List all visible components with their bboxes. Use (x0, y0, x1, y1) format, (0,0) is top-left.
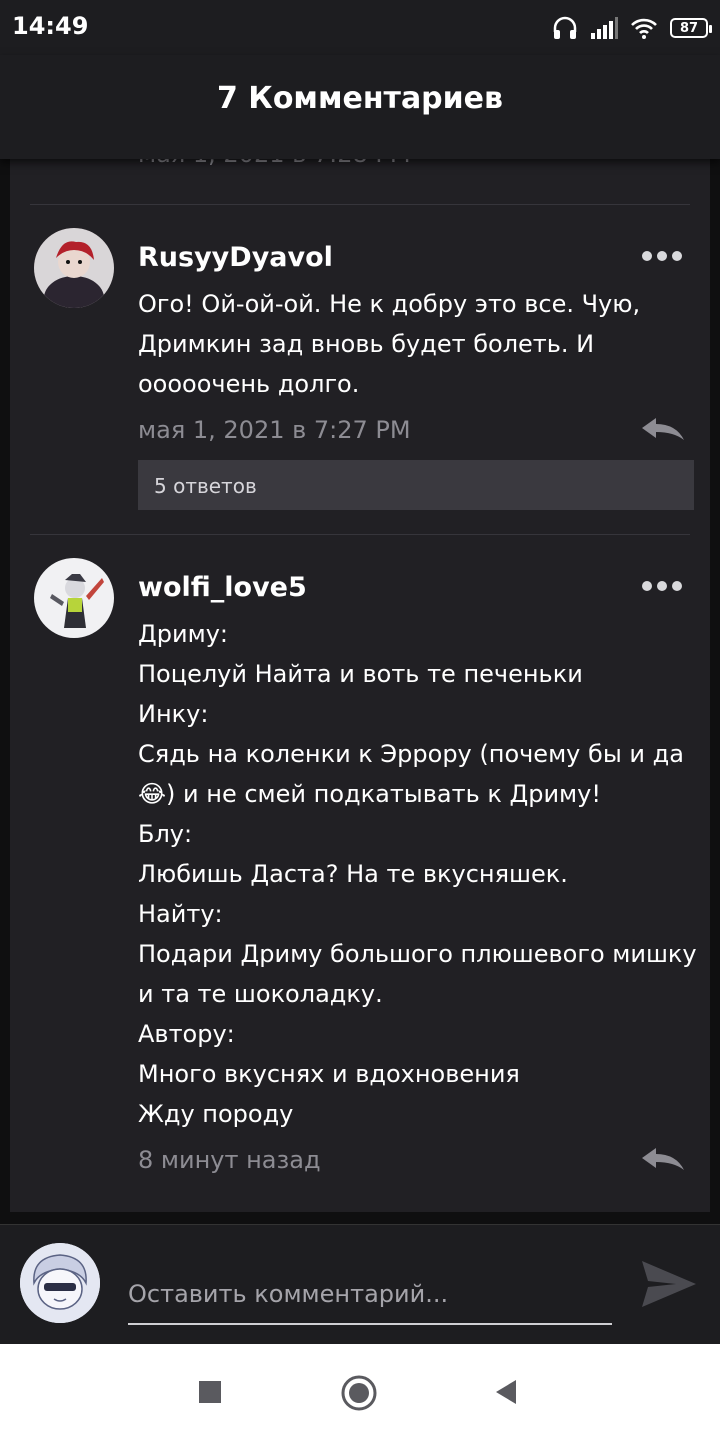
comment-date: 8 минут назад (138, 1146, 321, 1174)
status-icons: 87 (552, 14, 712, 42)
replies-button[interactable]: 5 ответов (138, 460, 694, 510)
reply-icon[interactable] (640, 416, 686, 442)
signal-icon (591, 17, 618, 39)
status-bar: 14:49 87 (0, 0, 720, 55)
comment-line: Поцелуй Найта и воть те печеньки (138, 660, 583, 688)
comment-line: Жду породу (138, 1100, 294, 1128)
comment-line: и та те шоколадку. (138, 980, 383, 1008)
comments-list[interactable]: мая 1, 2021 в 7:28 PM RusyyDyavol Ого! О… (10, 140, 710, 1212)
comment-line: Любишь Даста? На те вкусняшек. (138, 860, 568, 888)
battery-level: 87 (679, 20, 699, 36)
page-title: 7 Комментариев (216, 81, 504, 116)
comment-body: Ого! Ой-ой-ой. Не к добру это все. Чую, … (138, 284, 698, 404)
comment-line: Инку: (138, 700, 209, 728)
comment-line: Дриму: (138, 620, 228, 648)
recent-apps-button[interactable] (196, 1378, 224, 1406)
comments-header: 7 Комментариев (0, 55, 720, 159)
avatar-image (20, 1243, 100, 1323)
comment-line: ооооочень долго. (138, 370, 360, 398)
dot-icon (657, 581, 667, 591)
comment-line: Ого! Ой-ой-ой. Не к добру это все. Чую, (138, 290, 641, 318)
divider (30, 204, 690, 205)
comment-author[interactable]: RusyyDyavol (138, 242, 333, 273)
dot-icon (657, 251, 667, 261)
square-icon (199, 1381, 221, 1403)
comment-line: Сядь на коленки к Эррору (почему бы и да (138, 740, 684, 768)
back-button[interactable] (492, 1378, 520, 1406)
comment-line: 😂) и не смей подкатывать к Дриму! (138, 780, 601, 808)
user-avatar[interactable] (20, 1243, 100, 1323)
headphones-icon (553, 16, 577, 39)
comment-line: Подари Дриму большого плюшевого мишку (138, 940, 697, 968)
status-time: 14:49 (12, 12, 89, 40)
battery-icon: 87 (670, 18, 712, 38)
comment-composer (0, 1224, 720, 1345)
comment-line: Блу: (138, 820, 193, 848)
comment-line: Автору: (138, 1020, 235, 1048)
avatar-image (34, 228, 114, 308)
avatar-image (34, 558, 114, 638)
more-options-button[interactable] (642, 576, 686, 596)
reply-icon[interactable] (640, 1146, 686, 1172)
wifi-icon (631, 18, 657, 39)
comment-line: Найту: (138, 900, 223, 928)
system-navigation-bar (0, 1344, 720, 1440)
send-icon[interactable] (640, 1257, 698, 1311)
dot-icon (672, 581, 682, 591)
more-options-button[interactable] (642, 246, 686, 266)
comment-line: Много вкуснях и вдохновения (138, 1060, 520, 1088)
dot-icon (672, 251, 682, 261)
replies-count: 5 ответов (154, 474, 257, 498)
avatar[interactable] (34, 558, 114, 638)
divider (30, 534, 690, 535)
comment-author[interactable]: wolfi_love5 (138, 572, 307, 603)
dot-icon (642, 251, 652, 261)
avatar[interactable] (34, 228, 114, 308)
comment-input[interactable] (128, 1265, 612, 1325)
comment-line: Дримкин зад вновь будет болеть. И (138, 330, 595, 358)
comment-date: мая 1, 2021 в 7:27 PM (138, 416, 411, 444)
comment-body: Дриму: Поцелуй Найта и воть те печеньки … (138, 614, 698, 1134)
home-button[interactable] (340, 1374, 378, 1412)
circle-icon (341, 1375, 377, 1411)
dot-icon (642, 581, 652, 591)
back-triangle-icon (496, 1380, 516, 1404)
